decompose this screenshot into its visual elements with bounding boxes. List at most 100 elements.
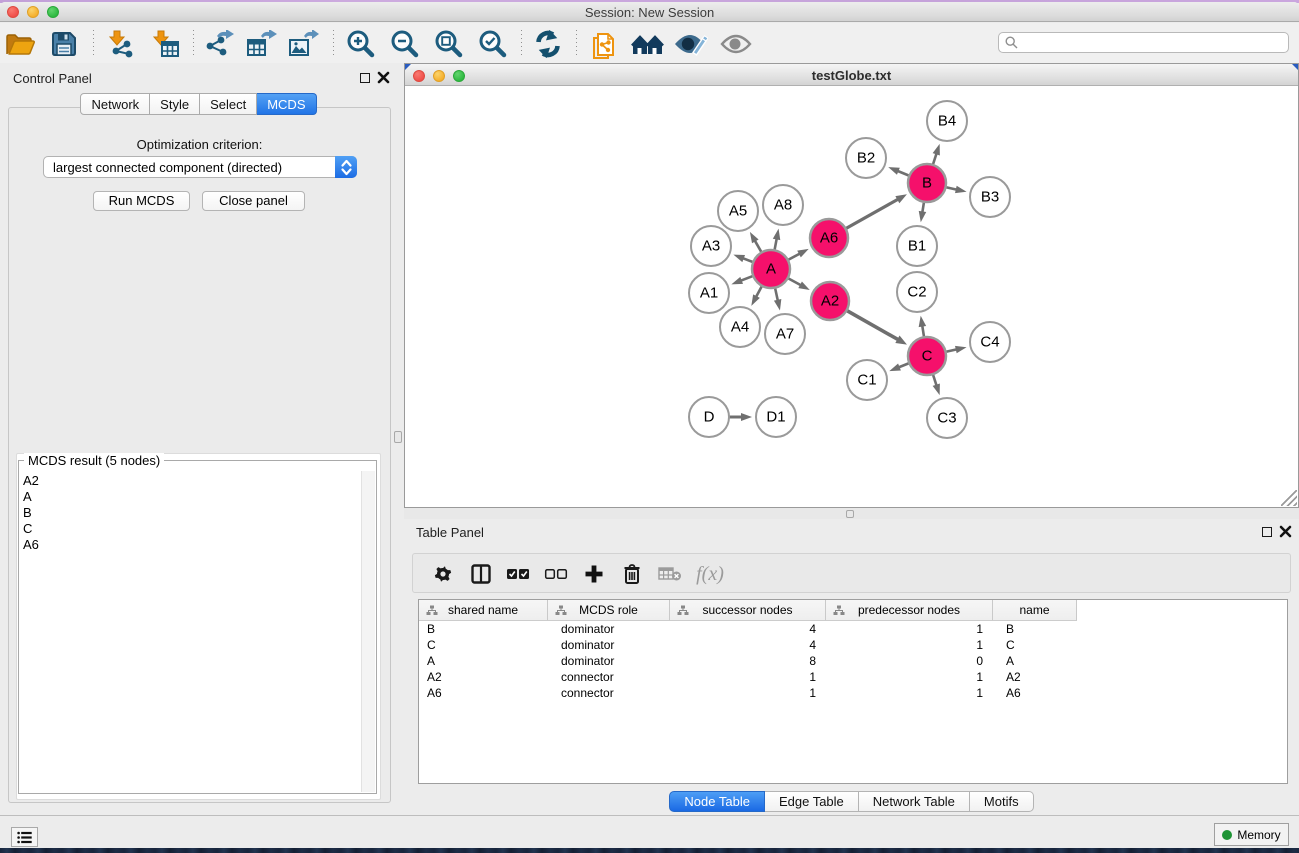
tab-network[interactable]: Network (80, 93, 150, 115)
save-session-icon[interactable] (47, 29, 81, 59)
task-list-icon (17, 831, 32, 844)
search-input[interactable] (998, 32, 1289, 53)
table-row-B[interactable]: Bdominator41B (419, 621, 1288, 637)
column-header-MCDS-role[interactable]: MCDS role (548, 600, 670, 621)
cell-shared-name[interactable]: C (419, 637, 548, 653)
import-network-icon[interactable] (104, 29, 138, 59)
node-label-A: A (766, 261, 776, 278)
export-image-icon[interactable] (286, 29, 320, 59)
tab-motifs[interactable]: Motifs (970, 791, 1034, 812)
cell-name[interactable]: B (993, 621, 1077, 637)
cell-successor-nodes[interactable]: 1 (670, 685, 826, 701)
result-item[interactable]: A2 (20, 473, 375, 489)
tab-style[interactable]: Style (150, 93, 200, 115)
open-file-icon[interactable] (3, 29, 37, 59)
tab-mcds[interactable]: MCDS (257, 93, 316, 115)
duplicate-network-icon[interactable] (588, 29, 622, 59)
table-row-C[interactable]: Cdominator41C (419, 637, 1288, 653)
cell-MCDS-role[interactable]: connector (548, 685, 670, 701)
column-header-name[interactable]: name (993, 600, 1077, 621)
graphics-details-icon[interactable] (674, 29, 708, 59)
horizontal-splitter-handle[interactable] (846, 510, 854, 518)
cell-MCDS-role[interactable]: connector (548, 669, 670, 685)
eye-icon[interactable] (719, 29, 753, 59)
cell-MCDS-role[interactable]: dominator (548, 653, 670, 669)
function-builder-icon[interactable]: f(x) (697, 561, 723, 587)
refresh-icon[interactable] (531, 29, 565, 59)
memory-button[interactable]: Memory (1214, 823, 1289, 846)
result-item[interactable]: A6 (20, 537, 375, 553)
unselect-all-icon[interactable] (543, 561, 569, 587)
column-header-predecessor-nodes[interactable]: predecessor nodes (826, 600, 993, 621)
cell-predecessor-nodes[interactable]: 1 (826, 669, 993, 685)
cell-name[interactable]: A (993, 653, 1077, 669)
result-item[interactable]: C (20, 521, 375, 537)
close-panel-button[interactable]: Close panel (202, 191, 305, 211)
cell-predecessor-nodes[interactable]: 0 (826, 653, 993, 669)
close-panel-icon[interactable] (377, 71, 390, 84)
zoom-selected-icon[interactable] (476, 29, 510, 59)
table-options-gear-icon[interactable] (430, 561, 456, 587)
tab-select[interactable]: Select (200, 93, 257, 115)
node-label-A8: A8 (774, 197, 792, 214)
cell-predecessor-nodes[interactable]: 1 (826, 685, 993, 701)
column-header-successor-nodes[interactable]: successor nodes (670, 600, 826, 621)
result-list-scrollbar[interactable] (361, 471, 375, 792)
cell-MCDS-role[interactable]: dominator (548, 621, 670, 637)
cell-successor-nodes[interactable]: 4 (670, 637, 826, 653)
tab-edge-table[interactable]: Edge Table (765, 791, 859, 812)
table-row-A[interactable]: Adominator80A (419, 653, 1288, 669)
tab-node-table[interactable]: Node Table (669, 791, 765, 812)
criterion-dropdown[interactable]: largest connected component (directed) (43, 156, 357, 178)
run-mcds-button[interactable]: Run MCDS (93, 191, 190, 211)
delete-columns-trash-icon[interactable] (619, 561, 645, 587)
node-table[interactable]: shared name MCDS role successor nodes pr… (418, 599, 1288, 784)
network-canvas[interactable]: AA1A2A3A4A5A6A7A8BB1B2B3B4CC1C2C3C4DD1 (405, 86, 1298, 507)
column-header-shared-name[interactable]: shared name (419, 600, 548, 621)
cell-successor-nodes[interactable]: 4 (670, 621, 826, 637)
edge-arrow (741, 413, 752, 421)
export-table-icon[interactable] (244, 29, 278, 59)
node-label-A1: A1 (700, 285, 718, 302)
toolbar-separator (576, 30, 577, 57)
table-row-A6[interactable]: A6connector11A6 (419, 685, 1288, 701)
cell-name[interactable]: A2 (993, 669, 1077, 685)
cell-shared-name[interactable]: A2 (419, 669, 548, 685)
vertical-splitter-handle[interactable] (394, 431, 402, 443)
result-item[interactable]: B (20, 505, 375, 521)
task-history-button[interactable] (11, 827, 38, 847)
toggle-columns-icon[interactable] (468, 561, 494, 587)
cell-predecessor-nodes[interactable]: 1 (826, 637, 993, 653)
cell-predecessor-nodes[interactable]: 1 (826, 621, 993, 637)
zoom-in-icon[interactable] (344, 29, 378, 59)
network-frame-titlebar[interactable]: testGlobe.txt (405, 64, 1298, 86)
result-item[interactable]: A (20, 489, 375, 505)
import-table-icon[interactable] (148, 29, 182, 59)
table-row-A2[interactable]: A2connector11A2 (419, 669, 1288, 685)
cell-name[interactable]: A6 (993, 685, 1077, 701)
frame-resize-grip[interactable] (1281, 490, 1297, 506)
cell-successor-nodes[interactable]: 1 (670, 669, 826, 685)
table-panel-title: Table Panel (416, 525, 484, 540)
cell-shared-name[interactable]: A (419, 653, 548, 669)
export-network-icon[interactable] (202, 29, 236, 59)
delete-table-icon[interactable] (657, 561, 683, 587)
select-all-icon[interactable] (505, 561, 531, 587)
zoom-out-icon[interactable] (388, 29, 422, 59)
create-column-plus-icon[interactable] (581, 561, 607, 587)
cell-successor-nodes[interactable]: 8 (670, 653, 826, 669)
float-panel-icon[interactable] (360, 73, 370, 83)
cell-MCDS-role[interactable]: dominator (548, 637, 670, 653)
cell-shared-name[interactable]: B (419, 621, 548, 637)
tab-network-table[interactable]: Network Table (859, 791, 970, 812)
network-overview-icon[interactable] (631, 29, 665, 59)
mcds-result-list[interactable]: A2ABCA6 (20, 473, 375, 792)
vertical-splitter[interactable] (397, 63, 404, 815)
node-label-B3: B3 (981, 189, 999, 206)
table-float-panel-icon[interactable] (1262, 527, 1272, 537)
cell-name[interactable]: C (993, 637, 1077, 653)
memory-status-icon (1222, 830, 1232, 840)
table-close-panel-icon[interactable] (1279, 525, 1292, 538)
cell-shared-name[interactable]: A6 (419, 685, 548, 701)
zoom-fit-icon[interactable] (432, 29, 466, 59)
